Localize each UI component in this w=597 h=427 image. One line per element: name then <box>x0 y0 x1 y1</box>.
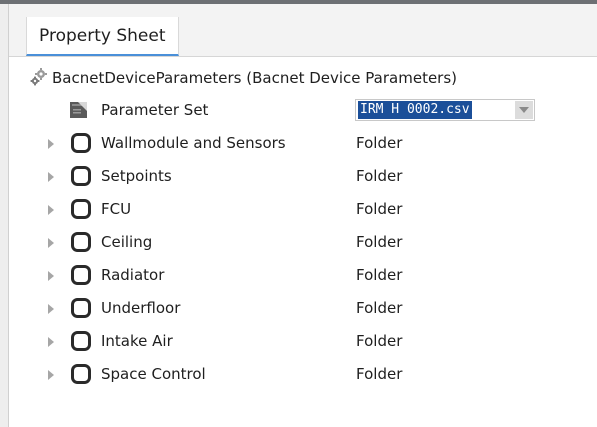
row-value: Folder <box>356 134 403 152</box>
tree-row[interactable]: Underfloor Folder <box>9 292 597 325</box>
folder-icon <box>71 331 91 351</box>
folder-icon <box>71 133 91 153</box>
expand-arrow-icon[interactable] <box>46 204 56 216</box>
row-name: Underfloor <box>101 299 181 317</box>
gears-icon <box>30 68 47 86</box>
tree-row[interactable]: Intake Air Folder <box>9 325 597 358</box>
property-sheet-window: Property Sheet BacnetDeviceParameters (B… <box>0 0 597 427</box>
tab-property-sheet[interactable]: Property Sheet <box>26 17 179 56</box>
expand-arrow-icon[interactable] <box>46 237 56 249</box>
row-name: Space Control <box>101 365 206 383</box>
row-value: Folder <box>356 233 403 251</box>
row-value: Folder <box>356 167 403 185</box>
expand-arrow-icon[interactable] <box>46 138 56 150</box>
row-name: FCU <box>101 200 132 218</box>
folder-icon <box>71 298 91 318</box>
tree-row[interactable]: FCU Folder <box>9 193 597 226</box>
tab-strip: Property Sheet <box>9 4 597 57</box>
row-value: Folder <box>356 299 403 317</box>
row-name: Intake Air <box>101 332 173 350</box>
expand-arrow-icon[interactable] <box>46 369 56 381</box>
row-value: Folder <box>356 365 403 383</box>
parameter-set-label: Parameter Set <box>101 101 209 119</box>
tab-label: Property Sheet <box>39 25 166 46</box>
device-parameters-label: BacnetDeviceParameters (Bacnet Device Pa… <box>52 69 458 87</box>
expand-arrow-icon[interactable] <box>46 336 56 348</box>
row-name: Wallmodule and Sensors <box>101 134 286 152</box>
expand-arrow-icon[interactable] <box>46 270 56 282</box>
row-value: Folder <box>356 332 403 350</box>
expand-arrow-icon[interactable] <box>46 171 56 183</box>
parameter-set-selected-value: IRM H 0002.csv <box>358 101 472 119</box>
property-tree: BacnetDeviceParameters (Bacnet Device Pa… <box>9 57 597 427</box>
row-value: Folder <box>356 200 403 218</box>
device-parameters-header[interactable]: BacnetDeviceParameters (Bacnet Device Pa… <box>9 61 597 94</box>
folder-icon <box>71 166 91 186</box>
row-name: Setpoints <box>101 167 172 185</box>
folder-icon <box>71 199 91 219</box>
folder-icon <box>71 265 91 285</box>
row-value: Folder <box>356 266 403 284</box>
parameter-file-icon <box>70 102 87 118</box>
tree-row[interactable]: Space Control Folder <box>9 358 597 391</box>
left-border <box>0 4 9 427</box>
expand-arrow-icon[interactable] <box>46 303 56 315</box>
tree-row[interactable]: Wallmodule and Sensors Folder <box>9 127 597 160</box>
folder-icon <box>71 232 91 252</box>
parameter-set-select[interactable]: IRM H 0002.csv <box>355 99 535 121</box>
tree-row[interactable]: Ceiling Folder <box>9 226 597 259</box>
tree-row[interactable]: Setpoints Folder <box>9 160 597 193</box>
tree-row[interactable]: Radiator Folder <box>9 259 597 292</box>
row-name: Ceiling <box>101 233 153 251</box>
parameter-set-row[interactable]: Parameter Set IRM H 0002.csv <box>9 94 597 127</box>
folder-icon <box>71 364 91 384</box>
row-name: Radiator <box>101 266 165 284</box>
dropdown-arrow-icon[interactable] <box>515 101 533 119</box>
